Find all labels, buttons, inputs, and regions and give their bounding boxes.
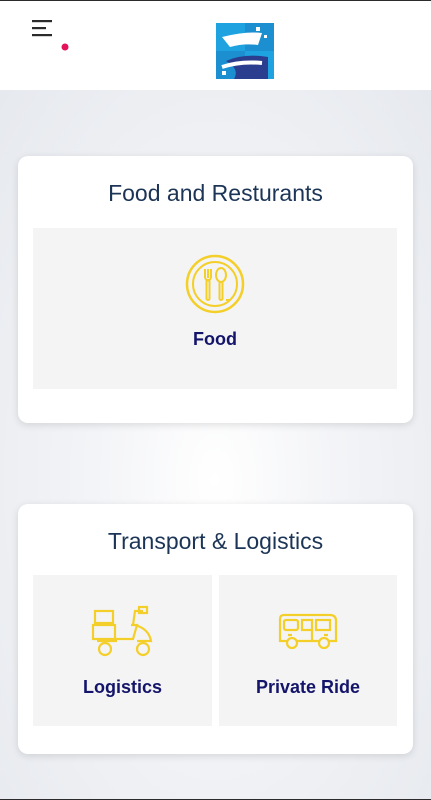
private-ride-tile-label: Private Ride (255, 677, 361, 697)
private-ride-tile[interactable]: Private Ride (219, 575, 397, 726)
logistics-tile-label: Logistics (82, 677, 162, 697)
food-section-title: Food and Resturants (108, 180, 323, 206)
food-tile[interactable]: Food (33, 228, 397, 389)
app-logo[interactable] (216, 23, 274, 79)
app-header (0, 0, 431, 90)
logistics-tile[interactable]: Logistics (33, 575, 212, 726)
hamburger-menu-icon (32, 20, 69, 51)
transport-section-card: Transport & Logistics Logistics Private … (18, 504, 413, 754)
food-section-card: Food and Resturants Food (18, 156, 413, 423)
transport-section-title: Transport & Logistics (107, 528, 324, 554)
delivery-scooter-icon (91, 605, 155, 659)
fork-spoon-icon (185, 254, 245, 314)
main-content: Food and Resturants Food Transport & Log… (0, 90, 431, 800)
food-tile-label: Food (193, 329, 237, 349)
menu-button[interactable] (28, 17, 72, 57)
van-icon (276, 613, 340, 653)
